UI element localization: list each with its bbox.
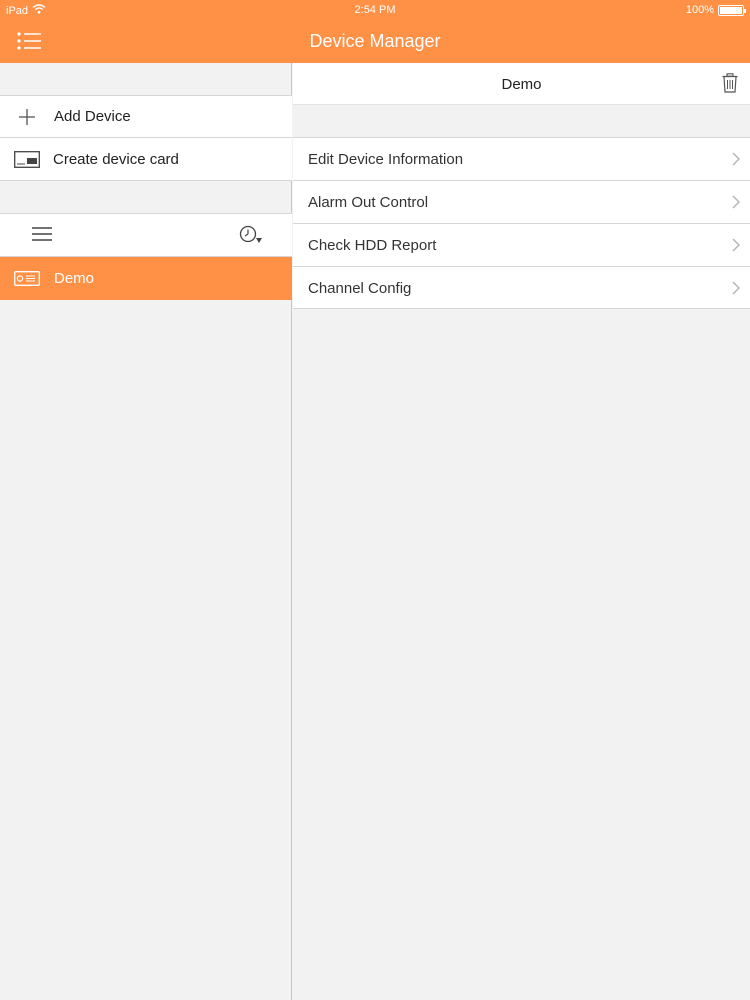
status-right: 100% [685,4,746,16]
check-hdd-report-item[interactable]: Check HDD Report [293,223,750,266]
device-list-item-demo[interactable]: Demo [0,257,292,300]
trash-icon[interactable] [722,73,738,98]
channel-config-item[interactable]: Channel Config [293,266,750,309]
create-device-card-button[interactable]: Create device card [0,137,292,181]
option-label: Check HDD Report [308,237,437,254]
page-title: Device Manager [309,31,441,51]
detail-title: Demo [501,76,542,93]
device-list-panel: Add Device Create device card Demo [0,63,292,1000]
add-device-label: Add Device [54,108,131,125]
detail-header: Demo [293,63,750,105]
chevron-right-icon [732,195,741,213]
device-list-toolbar [0,213,292,257]
add-device-button[interactable]: Add Device [0,95,292,138]
chevron-right-icon [732,152,741,170]
alarm-out-control-item[interactable]: Alarm Out Control [293,180,750,223]
battery-percent: 100% [685,4,714,16]
status-time: 2:54 PM [354,4,396,16]
status-bar: iPad 2:54 PM 100% [0,0,750,20]
dvr-icon [14,271,40,290]
option-label: Edit Device Information [308,151,464,168]
battery-icon [718,4,746,16]
option-label: Alarm Out Control [308,194,429,211]
plus-icon [18,108,36,130]
hamburger-icon[interactable] [32,227,52,245]
app: iPad 2:54 PM 100% Device Manager Add Dev… [0,0,750,1000]
header-bar: iPad 2:54 PM 100% Device Manager [0,0,750,63]
battery-fill [720,6,742,14]
option-label: Channel Config [308,280,412,297]
create-device-card-label: Create device card [53,151,179,168]
chevron-right-icon [732,281,741,299]
device-name-label: Demo [54,270,95,287]
device-card-icon [14,151,40,172]
chevron-right-icon [732,238,741,256]
edit-device-information-item[interactable]: Edit Device Information [293,137,750,180]
device-detail-panel: Demo Edit Device Information Alarm Out C… [293,63,750,1000]
clock-sort-icon[interactable] [239,225,263,249]
